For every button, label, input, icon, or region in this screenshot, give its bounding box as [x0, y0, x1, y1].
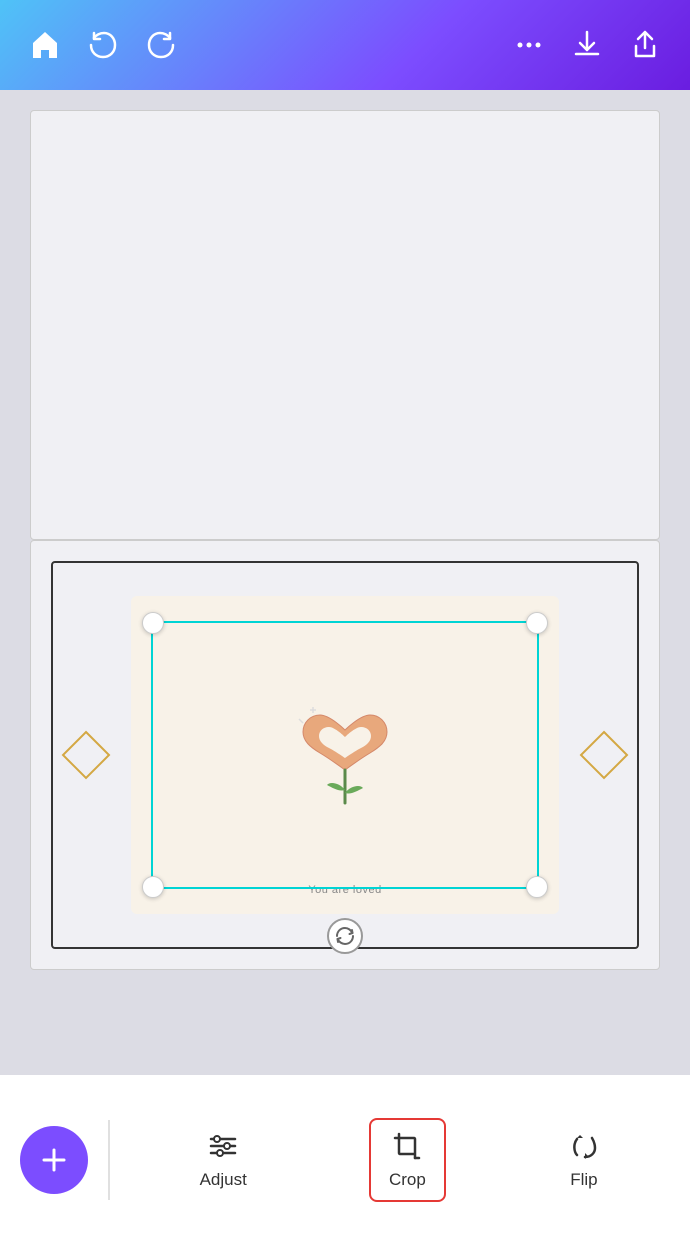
crop-selection-box[interactable]: [151, 621, 539, 889]
toolbar-tools: Adjust Crop Flip: [130, 1118, 671, 1202]
crop-label: Crop: [389, 1170, 426, 1190]
crop-handle-bottom-left[interactable]: [142, 876, 164, 898]
flip-label: Flip: [570, 1170, 597, 1190]
upper-card: [30, 110, 660, 540]
crop-handle-bottom-right[interactable]: [526, 876, 548, 898]
plus-icon: [38, 1144, 70, 1176]
adjust-icon: [207, 1130, 239, 1162]
redo-icon: [144, 28, 178, 62]
adjust-tool-button[interactable]: Adjust: [182, 1120, 265, 1200]
flip-tool-button[interactable]: Flip: [550, 1120, 618, 1200]
toolbar-divider: [108, 1120, 110, 1200]
crop-icon: [391, 1130, 423, 1162]
download-icon: [570, 28, 604, 62]
download-button[interactable]: [570, 28, 604, 62]
canvas-area: You are loved: [0, 90, 690, 1075]
share-button[interactable]: [628, 28, 662, 62]
rotate-icon: [334, 925, 356, 947]
top-navigation-bar: [0, 0, 690, 90]
rotate-handle[interactable]: [327, 918, 363, 954]
crop-handle-top-right[interactable]: [526, 612, 548, 634]
home-icon: [28, 28, 62, 62]
adjust-label: Adjust: [200, 1170, 247, 1190]
undo-button[interactable]: [86, 28, 120, 62]
crop-tool-button[interactable]: Crop: [369, 1118, 446, 1202]
diamond-left-decoration: [61, 730, 111, 780]
add-button[interactable]: [20, 1126, 88, 1194]
more-options-button[interactable]: [512, 28, 546, 62]
more-icon: [512, 28, 546, 62]
diamond-right-decoration: [579, 730, 629, 780]
bottom-toolbar: Adjust Crop Flip: [0, 1075, 690, 1245]
home-button[interactable]: [28, 28, 62, 62]
undo-icon: [86, 28, 120, 62]
crop-handle-top-left[interactable]: [142, 612, 164, 634]
share-icon: [628, 28, 662, 62]
top-bar-left: [28, 28, 178, 62]
top-bar-right: [512, 28, 662, 62]
flip-icon: [568, 1130, 600, 1162]
redo-button[interactable]: [144, 28, 178, 62]
lower-card[interactable]: You are loved: [30, 540, 660, 970]
